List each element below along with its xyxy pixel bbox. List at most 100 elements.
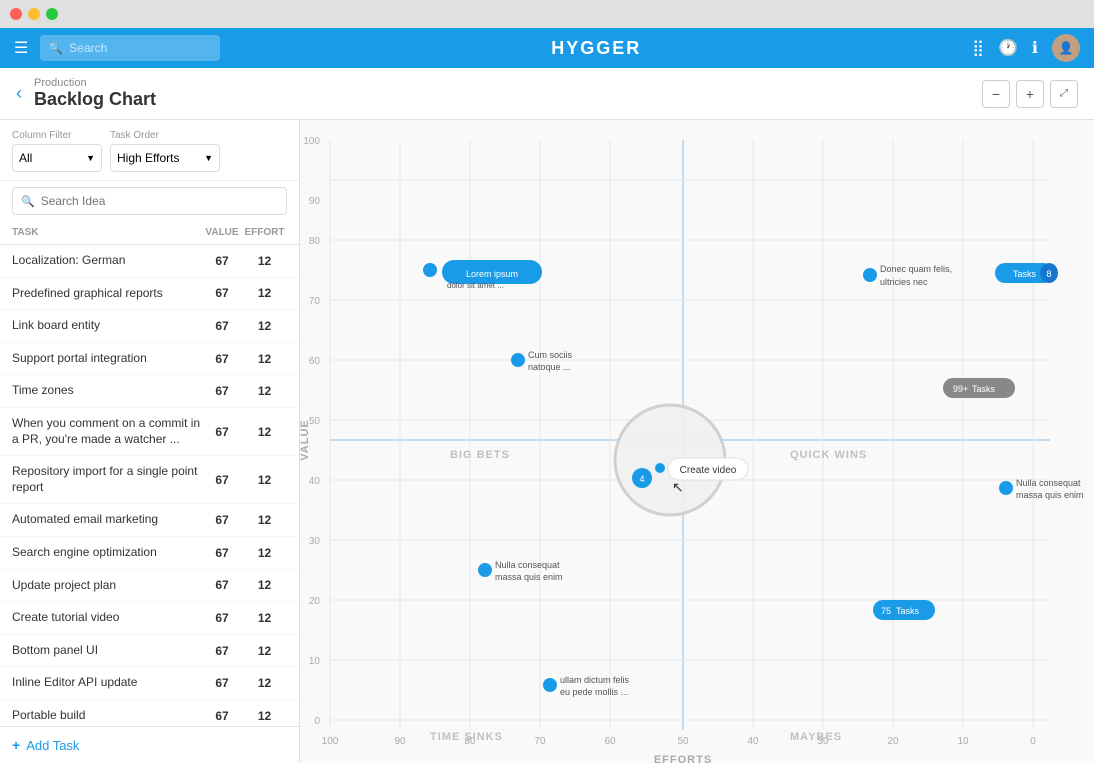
task-effort: 12 [242,319,287,333]
nav-icons: ⣿ 🕐 ℹ 👤 [972,34,1080,62]
task-effort: 12 [242,578,287,592]
avatar[interactable]: 👤 [1052,34,1080,62]
svg-text:VALUE: VALUE [300,419,311,460]
task-effort: 12 [242,546,287,560]
task-value: 67 [202,473,242,487]
task-row[interactable]: Predefined graphical reports 67 12 [0,278,299,311]
clock-icon[interactable]: 🕐 [998,38,1018,58]
app-title: HYGGER [232,38,960,59]
svg-text:50: 50 [677,736,689,747]
task-effort: 12 [242,286,287,300]
svg-text:30: 30 [309,536,321,547]
idea-search-bar[interactable]: 🔍 [12,187,287,215]
svg-text:60: 60 [309,356,321,367]
main-content: Column Filter All ▼ Task Order High Effo… [0,120,1094,763]
task-value: 67 [202,709,242,723]
task-effort: 12 [242,425,287,439]
svg-text:10: 10 [957,736,969,747]
svg-text:75: 75 [881,606,891,616]
task-name: Automated email marketing [12,512,202,528]
svg-text:Nulla consequat: Nulla consequat [1016,478,1081,488]
svg-text:BIG BETS: BIG BETS [450,449,510,461]
svg-text:0: 0 [1030,736,1036,747]
task-order-select[interactable]: High Efforts ▼ [110,144,220,172]
task-name: Portable build [12,708,202,724]
idea-search-icon: 🔍 [21,195,35,208]
svg-text:massa quis enim: massa quis enim [495,572,563,582]
idea-search-input[interactable] [41,194,278,208]
zoom-controls: − + ⤢ [982,80,1078,108]
task-name: Support portal integration [12,351,202,367]
task-row[interactable]: Create tutorial video 67 12 [0,602,299,635]
zoom-out-button[interactable]: − [982,80,1010,108]
task-row[interactable]: Repository import for a single point rep… [0,456,299,504]
sidebar: Column Filter All ▼ Task Order High Effo… [0,120,300,763]
add-task-button[interactable]: + Add Task [0,726,299,763]
task-row[interactable]: Automated email marketing 67 12 [0,504,299,537]
svg-text:10: 10 [309,656,321,667]
svg-text:90: 90 [309,196,321,207]
page-title: Backlog Chart [34,89,982,110]
column-filter-select[interactable]: All ▼ [12,144,102,172]
task-value: 67 [202,425,242,439]
svg-text:EFFORTS: EFFORTS [654,754,712,763]
task-effort: 12 [242,709,287,723]
task-effort: 12 [242,352,287,366]
task-value: 67 [202,578,242,592]
task-effort: 12 [242,611,287,625]
filter-row: Column Filter All ▼ Task Order High Effo… [0,120,299,181]
column-filter-group: Column Filter All ▼ [12,130,102,172]
search-bar[interactable]: 🔍 [40,35,220,61]
zoom-in-button[interactable]: + [1016,80,1044,108]
column-filter-chevron-icon: ▼ [86,153,95,163]
minimize-button[interactable] [28,8,40,20]
search-icon: 🔍 [48,41,63,55]
task-order-chevron-icon: ▼ [204,153,213,163]
task-value: 67 [202,319,242,333]
task-name: Inline Editor API update [12,675,202,691]
task-value: 67 [202,254,242,268]
back-button[interactable]: ‹ [16,83,22,104]
grid-icon[interactable]: ⣿ [972,38,984,58]
task-row[interactable]: Inline Editor API update 67 12 [0,667,299,700]
task-row[interactable]: Search engine optimization 67 12 [0,537,299,570]
task-row[interactable]: When you comment on a commit in a PR, yo… [0,408,299,456]
task-rows-container: Localization: German 67 12 Predefined gr… [0,245,299,726]
svg-text:Nulla consequat: Nulla consequat [495,560,560,570]
menu-icon[interactable]: ☰ [14,38,28,58]
svg-text:eu pede mollis ...: eu pede mollis ... [560,687,628,697]
svg-text:8: 8 [1046,269,1051,279]
task-row[interactable]: Localization: German 67 12 [0,245,299,278]
maximize-button[interactable] [46,8,58,20]
col-value-header: VALUE [202,227,242,238]
task-name: Localization: German [12,253,202,269]
info-icon[interactable]: ℹ [1032,38,1038,58]
task-name: Update project plan [12,578,202,594]
breadcrumb: Production [34,77,982,89]
task-row[interactable]: Support portal integration 67 12 [0,343,299,376]
svg-text:Donec quam felis,: Donec quam felis, [880,264,952,274]
task-effort: 12 [242,384,287,398]
column-filter-label: Column Filter [12,130,102,141]
add-task-label: Add Task [26,738,79,753]
task-row[interactable]: Link board entity 67 12 [0,310,299,343]
search-input[interactable] [69,41,212,55]
task-effort: 12 [242,254,287,268]
svg-text:0: 0 [314,716,320,727]
close-button[interactable] [10,8,22,20]
task-row[interactable]: Time zones 67 12 [0,375,299,408]
svg-text:4: 4 [639,474,644,484]
task-row[interactable]: Bottom panel UI 67 12 [0,635,299,668]
svg-text:Cum sociis: Cum sociis [528,350,573,360]
svg-text:90: 90 [394,736,406,747]
svg-text:MAYBES: MAYBES [790,731,842,743]
task-row[interactable]: Portable build 67 12 [0,700,299,726]
svg-text:Tasks: Tasks [972,384,996,394]
svg-text:99+: 99+ [953,384,968,394]
task-row[interactable]: Update project plan 67 12 [0,570,299,603]
expand-button[interactable]: ⤢ [1050,80,1078,108]
task-value: 67 [202,513,242,527]
task-value: 67 [202,384,242,398]
sub-header: ‹ Production Backlog Chart − + ⤢ [0,68,1094,120]
task-value: 67 [202,611,242,625]
